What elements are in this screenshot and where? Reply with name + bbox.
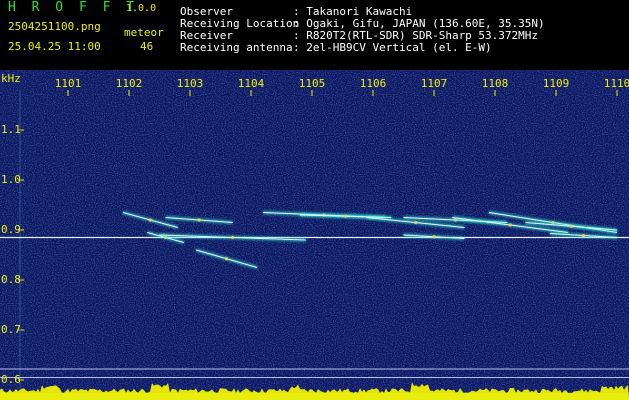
header-panel: H R O F F T 1.0.0 2504251100.png 25.04.2… xyxy=(0,0,629,70)
x-tick-label: 1107 xyxy=(420,77,448,90)
x-tick-label: 1109 xyxy=(542,77,570,90)
meteor-head xyxy=(343,214,348,218)
spectrogram-plot xyxy=(0,70,629,400)
info-value-antenna: : 2el-HB9CV Vertical (el. E-W) xyxy=(293,41,492,54)
meteor-label: meteor xyxy=(124,26,164,39)
info-label-antenna: Receiving antenna xyxy=(180,41,293,54)
meteor-count: 46 xyxy=(140,40,154,53)
meteor-head xyxy=(581,233,586,238)
meteor-head xyxy=(148,218,152,222)
meteor-head xyxy=(197,218,201,222)
y-tick-label: 0.7 xyxy=(1,323,21,336)
x-tick-label: 1110 xyxy=(603,77,629,90)
meteor-head xyxy=(231,235,235,240)
x-tick-label: 1101 xyxy=(54,77,82,90)
meteor-head xyxy=(508,223,512,227)
meteor-head xyxy=(225,257,229,261)
meteor-head xyxy=(432,235,436,239)
image-filename: 2504251100.png xyxy=(8,20,101,33)
y-axis-unit: kHz xyxy=(1,72,21,85)
spectrogram-noise xyxy=(0,70,629,400)
meteor-head xyxy=(569,224,573,228)
capture-datetime: 25.04.25 11:00 xyxy=(8,40,101,53)
y-tick-label: 0.9 xyxy=(1,223,21,236)
x-tick-label: 1108 xyxy=(481,77,509,90)
app-name: H R O F F T xyxy=(8,0,139,15)
y-tick-label: 0.6 xyxy=(1,373,21,386)
x-tick-label: 1102 xyxy=(115,77,143,90)
y-tick-label: 1.1 xyxy=(1,123,21,136)
x-tick-label: 1106 xyxy=(359,77,387,90)
y-tick-label: 1.0 xyxy=(1,173,21,186)
x-tick-label: 1104 xyxy=(237,77,265,90)
x-tick-label: 1103 xyxy=(176,77,204,90)
y-tick-label: 0.8 xyxy=(1,273,21,286)
app-version: 1.0.0 xyxy=(126,3,157,14)
x-tick-label: 1105 xyxy=(298,77,326,90)
meteor-head xyxy=(414,220,418,225)
